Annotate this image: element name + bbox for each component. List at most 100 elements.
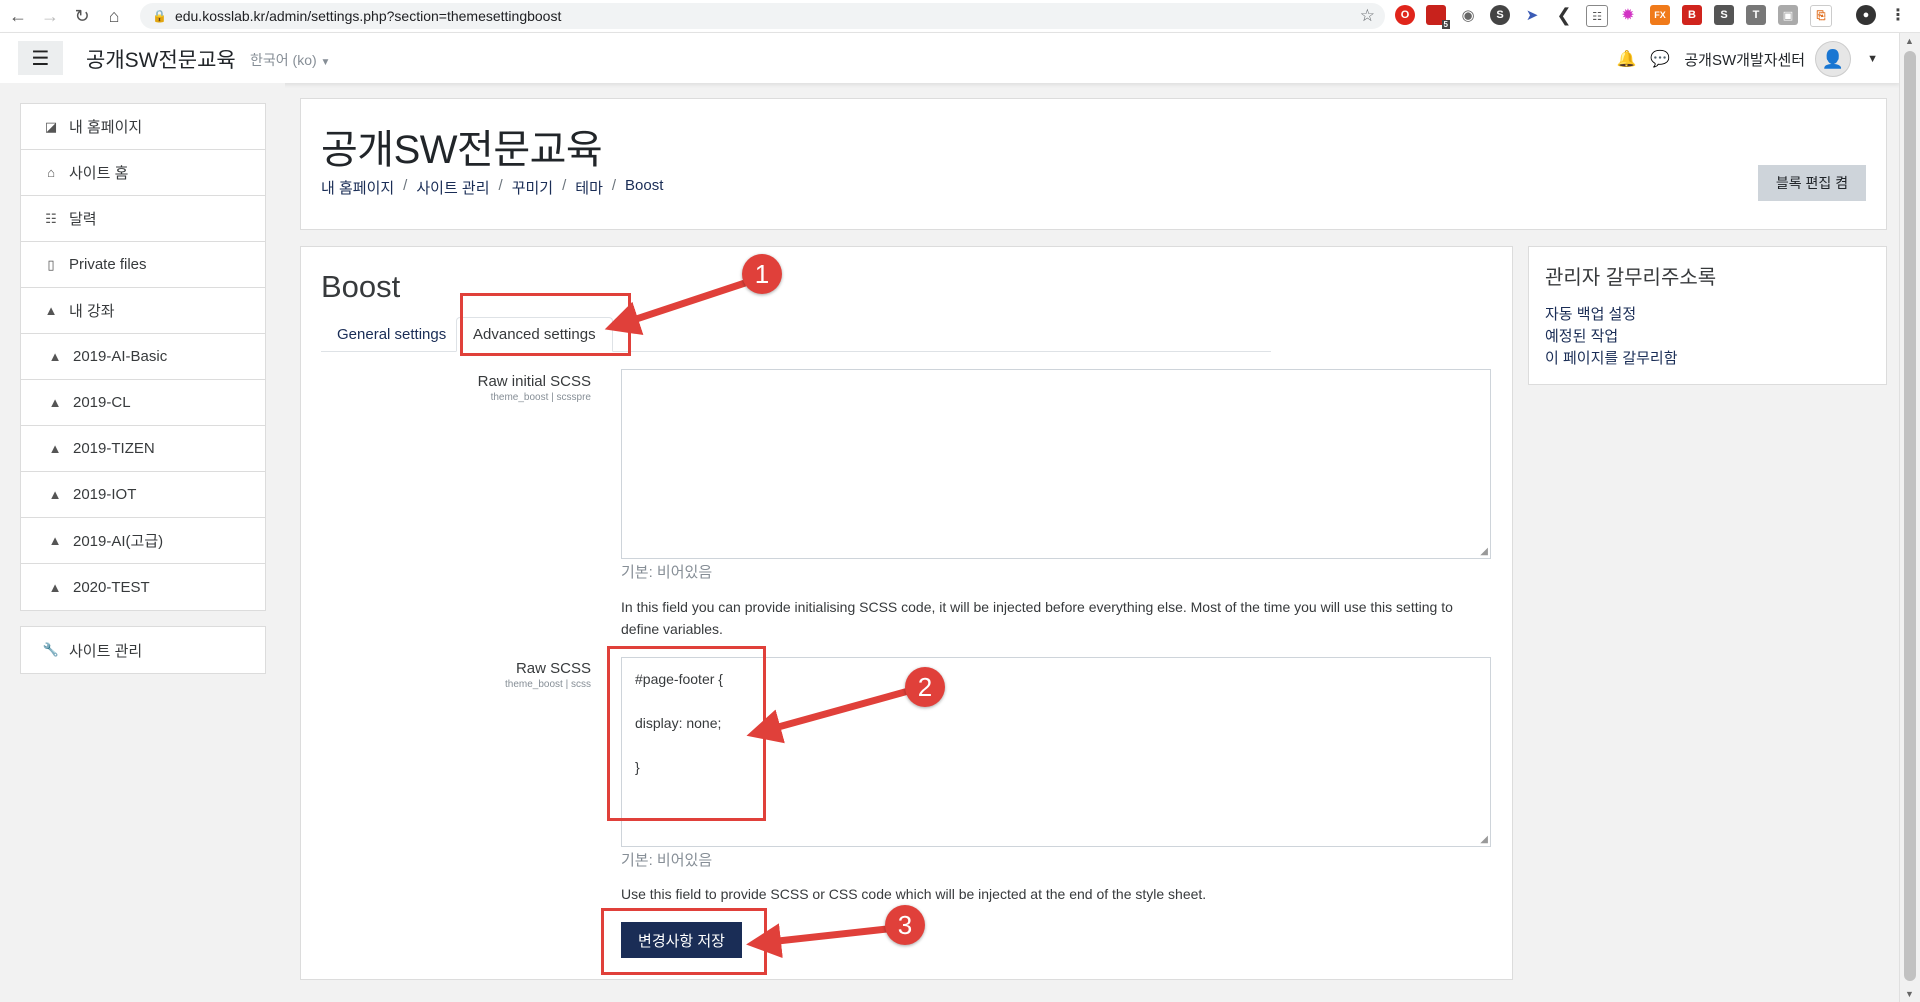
link-bookmark-page[interactable]: 이 페이지를 갈무리함 (1545, 347, 1678, 368)
lock-icon: 🔒 (152, 9, 167, 23)
nav-item-label: 2019-CL (73, 394, 131, 411)
annotation-box-raw-scss (607, 646, 766, 821)
extension-mail-icon[interactable]: 5 (1426, 5, 1450, 29)
nav-group-admin: 🔧 사이트 관리 (20, 626, 266, 674)
nav-item-course-test[interactable]: ▲ 2020-TEST (21, 564, 265, 610)
calendar-icon: ☷ (45, 210, 57, 226)
scroll-up-icon[interactable]: ▲ (1905, 36, 1914, 46)
extension-opera-icon[interactable]: O (1395, 5, 1415, 25)
site-brand[interactable]: 공개SW전문교육 (86, 44, 236, 74)
user-nav: 🔔 💬 공개SW개발자센터 👤 ▼ (1617, 41, 1878, 77)
extension-calendar-icon[interactable]: ☷ (1586, 5, 1608, 27)
home-icon[interactable]: ⌂ (98, 2, 130, 30)
caret-down-icon: ▼ (320, 57, 331, 68)
reload-icon[interactable]: ↻ (66, 2, 98, 30)
url-text[interactable]: edu.kosslab.kr/admin/settings.php?sectio… (175, 8, 561, 24)
scrollbar-thumb[interactable] (1904, 51, 1916, 981)
breadcrumb-boost[interactable]: Boost (625, 177, 663, 198)
annotation-box-advanced-tab (460, 293, 631, 356)
scroll-down-icon[interactable]: ▼ (1905, 989, 1914, 999)
nav-item-label: 사이트 관리 (69, 642, 143, 660)
nav-item-label: 내 홈페이지 (69, 119, 143, 136)
breadcrumb-themes[interactable]: 테마 (575, 177, 603, 198)
raw-initial-scss-textarea[interactable]: ◢ (621, 369, 1491, 559)
bookmark-star-icon[interactable]: ☆ (1360, 6, 1375, 26)
address-bar[interactable]: 🔒 edu.kosslab.kr/admin/settings.php?sect… (140, 3, 1385, 29)
extension-fx-icon[interactable]: FX (1650, 5, 1670, 25)
nav-item-course-iot[interactable]: ▲ 2019-IOT (21, 472, 265, 518)
nav-item-label: 내 강좌 (69, 303, 115, 320)
nav-item-dashboard[interactable]: ◪ 내 홈페이지 (21, 104, 265, 150)
extension-bird-icon[interactable]: ➤ (1522, 5, 1542, 25)
block-title: 관리자 갈무리주소록 (1545, 267, 1717, 289)
annotation-badge-1: 1 (742, 254, 782, 294)
resize-grip-icon[interactable]: ◢ (1480, 834, 1488, 845)
settings-region: Boost General settings Advanced settings… (300, 246, 1513, 980)
bell-icon[interactable]: 🔔 (1617, 49, 1637, 69)
nav-item-label: 2019-AI-Basic (73, 348, 168, 365)
nav-item-site-home[interactable]: ⌂ 사이트 홈 (21, 150, 265, 196)
file-icon: ▯ (47, 256, 55, 272)
raw-initial-scss-setting-name: theme_boost | scsspre (490, 392, 591, 403)
extension-red-b-icon[interactable]: B (1682, 5, 1702, 25)
extension-camera-icon[interactable]: ◉ (1458, 5, 1478, 25)
extension-picture-icon[interactable]: ▣ (1778, 5, 1798, 25)
annotation-box-save (601, 908, 767, 975)
nav-item-course-cl[interactable]: ▲ 2019-CL (21, 380, 265, 426)
nav-item-private-files[interactable]: ▯ Private files (21, 242, 265, 288)
extension-chevron-icon[interactable]: ❮ (1554, 5, 1574, 25)
nav-item-label: 2019-TIZEN (73, 440, 155, 457)
user-name[interactable]: 공개SW개발자센터 (1684, 49, 1805, 70)
profile-avatar-icon[interactable]: ● (1856, 5, 1876, 25)
nav-item-site-admin[interactable]: 🔧 사이트 관리 (21, 627, 265, 673)
annotation-badge-3: 3 (885, 905, 925, 945)
extension-doc-icon[interactable]: ⎘ (1810, 5, 1832, 27)
nav-item-course-ai-advanced[interactable]: ▲ 2019-AI(고급) (21, 518, 265, 564)
resize-grip-icon[interactable]: ◢ (1480, 546, 1488, 557)
nav-drawer: ◪ 내 홈페이지 ⌂ 사이트 홈 ☷ 달력 ▯ Private files ▲ 내 강좌 … (0, 83, 285, 1002)
nav-item-label: 2019-IOT (73, 486, 137, 503)
back-icon[interactable]: ← (2, 2, 34, 30)
breadcrumb-dashboard[interactable]: 내 홈페이지 (321, 177, 394, 198)
breadcrumb-site-admin[interactable]: 사이트 관리 (416, 177, 489, 198)
chat-bubble-icon[interactable]: 💬 (1650, 49, 1670, 69)
page-header: 공개SW전문교육 내 홈페이지 / 사이트 관리 / 꾸미기 / 테마 / Boost … (300, 98, 1887, 230)
nav-item-my-courses[interactable]: ▲ 내 강좌 (21, 288, 265, 334)
user-avatar[interactable]: 👤 (1815, 41, 1852, 77)
turn-editing-on-button[interactable]: 블록 편집 켬 (1758, 165, 1866, 201)
forward-icon[interactable]: → (34, 2, 66, 30)
graduation-cap-icon: ▲ (48, 487, 62, 502)
extension-dark-s-icon[interactable]: S (1714, 5, 1734, 25)
link-auto-backup[interactable]: 자동 백업 설정 (1545, 303, 1636, 324)
extension-puzzle-icon[interactable]: ✹ (1618, 5, 1638, 25)
wrench-icon: 🔧 (42, 642, 60, 657)
language-menu[interactable]: 한국어 (ko) ▼ (250, 50, 330, 70)
menu-toggle-button[interactable]: ☰ (18, 41, 63, 75)
graduation-cap-icon: ▲ (48, 349, 62, 364)
breadcrumb-appearance[interactable]: 꾸미기 (512, 177, 553, 198)
caret-down-icon[interactable]: ▼ (1867, 53, 1878, 65)
section-heading: Boost (321, 269, 401, 304)
nav-item-calendar[interactable]: ☷ 달력 (21, 196, 265, 242)
nav-item-course-tizen[interactable]: ▲ 2019-TIZEN (21, 426, 265, 472)
breadcrumb-separator: / (611, 177, 617, 194)
link-scheduled-tasks[interactable]: 예정된 작업 (1545, 325, 1618, 346)
nav-item-label: 2019-AI(고급) (73, 533, 164, 550)
menu-dots-icon[interactable]: ⋮ (1888, 5, 1908, 25)
tab-general-settings[interactable]: General settings (321, 317, 462, 351)
breadcrumb-separator: / (403, 177, 408, 194)
language-label: 한국어 (ko) (250, 52, 317, 68)
nav-item-label: 달력 (69, 211, 97, 228)
raw-scss-setting-name: theme_boost | scss (505, 679, 591, 690)
graduation-cap-icon: ▲ (48, 533, 62, 548)
extension-s-icon[interactable]: S (1490, 5, 1510, 25)
raw-initial-scss-default: 기본: 비어있음 (621, 564, 713, 581)
graduation-cap-icon: ▲ (48, 441, 62, 456)
breadcrumb: 내 홈페이지 / 사이트 관리 / 꾸미기 / 테마 / Boost (321, 177, 663, 198)
page-scrollbar[interactable]: ▲ ▼ (1899, 33, 1920, 1002)
raw-initial-scss-label: Raw initial SCSS (477, 373, 591, 390)
extension-t-icon[interactable]: T (1746, 5, 1766, 25)
raw-initial-scss-label-group: Raw initial SCSS theme_boost | scsspre (478, 373, 591, 403)
nav-item-course-ai-basic[interactable]: ▲ 2019-AI-Basic (21, 334, 265, 380)
nav-item-label: 2020-TEST (73, 578, 150, 596)
